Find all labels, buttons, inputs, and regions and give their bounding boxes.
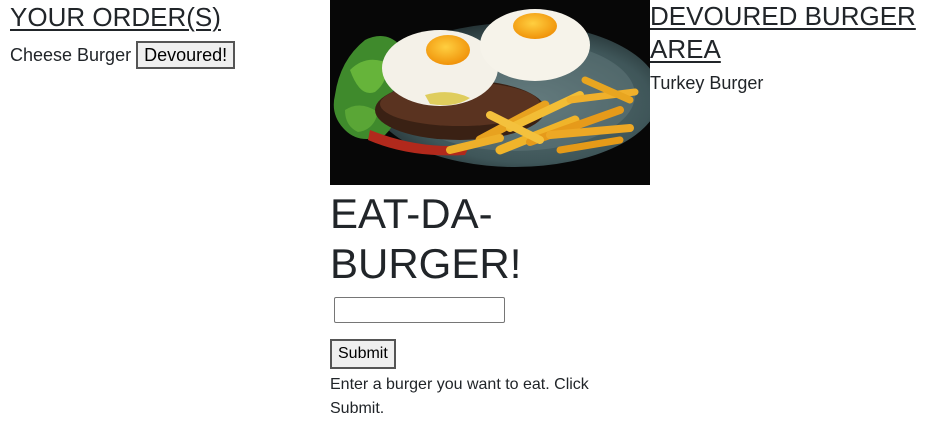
submit-button[interactable]: Submit	[330, 339, 396, 369]
devoured-column: DEVOURED BURGER AREA Turkey Burger	[650, 0, 925, 94]
orders-heading-link[interactable]: YOUR ORDER(S)	[10, 0, 320, 34]
page-title: EAT-DA-BURGER!	[330, 190, 522, 287]
burger-photo	[330, 0, 650, 185]
order-item: Cheese Burger Devoured!	[10, 41, 320, 69]
main-column: EAT-DA-BURGER! Submit Enter a burger you…	[330, 0, 650, 421]
page: YOUR ORDER(S) Cheese Burger Devoured! EA…	[0, 0, 928, 421]
orders-column: YOUR ORDER(S) Cheese Burger Devoured!	[10, 0, 320, 69]
order-item-name: Cheese Burger	[10, 44, 132, 65]
instructions-text: Enter a burger you want to eat. Click Su…	[330, 376, 589, 417]
devoured-button[interactable]: Devoured!	[136, 41, 236, 69]
devoured-item: Turkey Burger	[650, 73, 764, 93]
burger-name-input[interactable]	[334, 297, 505, 323]
devoured-heading-link[interactable]: DEVOURED BURGER AREA	[650, 0, 925, 66]
